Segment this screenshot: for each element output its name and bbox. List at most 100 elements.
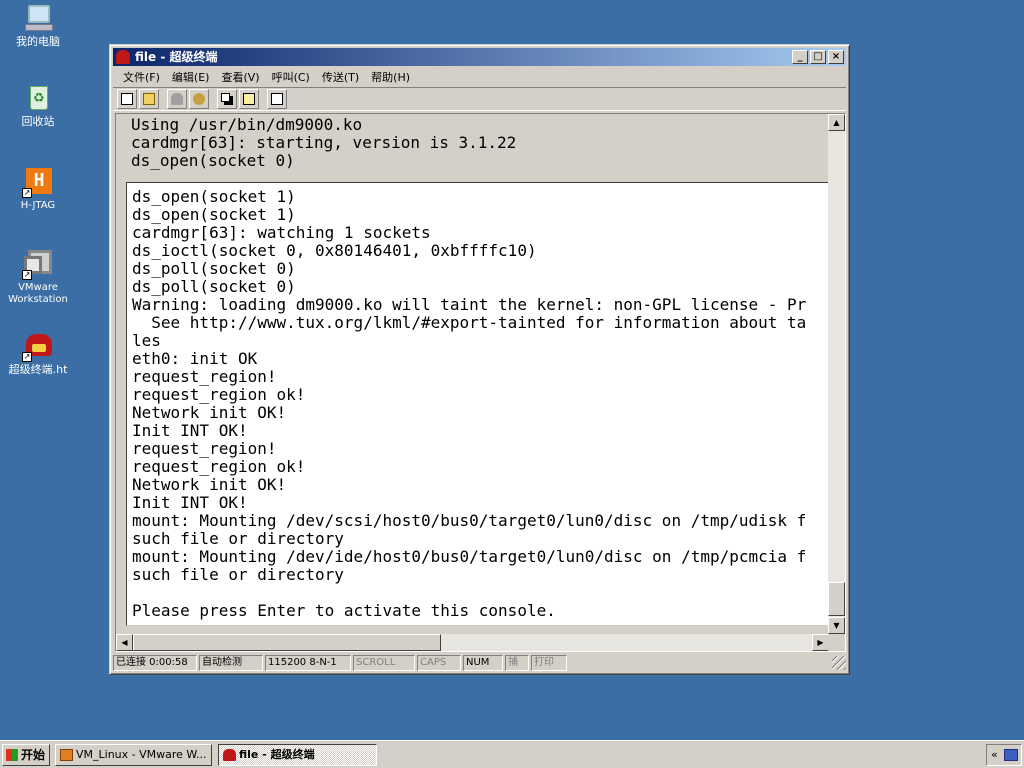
- terminal-scrollback: Using /usr/bin/dm9000.ko cardmgr[63]: st…: [116, 114, 829, 180]
- scroll-right-button[interactable]: ▶: [812, 634, 829, 651]
- recycle-bin-icon: ♻: [22, 82, 54, 114]
- call-icon: [171, 93, 183, 105]
- scroll-down-button[interactable]: ▼: [828, 617, 845, 634]
- new-button[interactable]: [117, 89, 137, 109]
- vertical-scroll-thumb[interactable]: [828, 582, 845, 616]
- close-button[interactable]: ×: [828, 50, 844, 64]
- status-connected: 已连接 0:00:58: [113, 655, 197, 671]
- task-label: file - 超级终端: [239, 748, 315, 761]
- terminal-line: request_region!: [132, 367, 277, 386]
- maximize-button[interactable]: □: [810, 50, 826, 64]
- terminal-line: request_region ok!: [132, 457, 306, 476]
- terminal-line: ds_poll(socket 0): [132, 259, 296, 278]
- terminal-line: Using /usr/bin/dm9000.ko: [131, 115, 363, 134]
- computer-icon: [22, 2, 54, 34]
- new-icon: [121, 93, 133, 105]
- terminal-line: ds_open(socket 0): [131, 151, 295, 170]
- terminal-line: Network init OK!: [132, 403, 287, 422]
- terminal-line: such file or directory: [132, 529, 344, 548]
- terminal-panel[interactable]: Using /usr/bin/dm9000.ko cardmgr[63]: st…: [115, 113, 846, 652]
- desktop-icon-recycle-bin[interactable]: ♻ 回收站: [0, 82, 76, 128]
- call-button[interactable]: [167, 89, 187, 109]
- vertical-scrollbar[interactable]: ▲ ▼: [828, 114, 845, 634]
- properties-button[interactable]: [267, 89, 287, 109]
- desktop-icon-hjtag[interactable]: H ↗ H-JTAG: [0, 166, 76, 212]
- status-detect: 自动检测: [199, 655, 263, 671]
- properties-icon: [271, 93, 283, 105]
- terminal-line: cardmgr[63]: starting, version is 3.1.22: [131, 133, 517, 152]
- status-params: 115200 8-N-1: [265, 655, 351, 671]
- horizontal-scrollbar[interactable]: ◀ ▶: [116, 634, 829, 651]
- hyperterminal-icon: ↗: [22, 330, 54, 362]
- taskbar: 开始 VM_Linux - VMware W... file - 超级终端 «: [0, 740, 1024, 768]
- network-icon[interactable]: [1004, 749, 1018, 761]
- terminal-line: eth0: init OK: [132, 349, 258, 368]
- desktop-icon-label: 我的电脑: [16, 35, 60, 48]
- open-button[interactable]: [139, 89, 159, 109]
- terminal-line: Network init OK!: [132, 475, 287, 494]
- menu-call[interactable]: 呼叫(C): [266, 69, 316, 85]
- status-scroll: SCROLL: [353, 655, 415, 671]
- hangup-button[interactable]: [189, 89, 209, 109]
- scroll-up-button[interactable]: ▲: [828, 114, 845, 131]
- scroll-left-button[interactable]: ◀: [116, 634, 133, 651]
- menu-edit[interactable]: 编辑(E): [166, 69, 216, 85]
- hjtag-icon: H ↗: [22, 166, 54, 198]
- window-title: file - 超级终端: [135, 50, 218, 64]
- status-num: NUM: [463, 655, 503, 671]
- terminal-line: mount: Mounting /dev/scsi/host0/bus0/tar…: [132, 511, 807, 530]
- open-icon: [143, 93, 155, 105]
- toolbar: [113, 87, 846, 111]
- tray-expand-button[interactable]: «: [991, 748, 998, 761]
- horizontal-scroll-thumb[interactable]: [133, 634, 441, 651]
- terminal-screen[interactable]: ds_open(socket 1) ds_open(socket 1) card…: [126, 182, 829, 626]
- receive-button[interactable]: [239, 89, 259, 109]
- desktop-icon-label: 超级终端.ht: [8, 363, 68, 376]
- terminal-line: Please press Enter to activate this cons…: [132, 601, 556, 620]
- desktop-icon-my-computer[interactable]: 我的电脑: [0, 2, 76, 48]
- hyperterminal-icon[interactable]: [116, 50, 130, 64]
- title-bar[interactable]: file - 超级终端 _ □ ×: [113, 48, 846, 66]
- terminal-line: mount: Mounting /dev/ide/host0/bus0/targ…: [132, 547, 807, 566]
- terminal-line: See http://www.tux.org/lkml/#export-tain…: [132, 313, 807, 332]
- desktop-icon-vmware[interactable]: ↗ VMware Workstation: [0, 248, 76, 306]
- menu-bar: 文件(F) 编辑(E) 查看(V) 呼叫(C) 传送(T) 帮助(H): [113, 67, 846, 86]
- terminal-line: request_region ok!: [132, 385, 306, 404]
- task-vmware[interactable]: VM_Linux - VMware W...: [55, 744, 212, 766]
- vmware-icon: ↗: [22, 248, 54, 280]
- scrollbar-corner: [828, 634, 845, 651]
- vmware-icon: [60, 749, 73, 761]
- terminal-line: Init INT OK!: [132, 421, 248, 440]
- system-tray[interactable]: «: [986, 744, 1022, 766]
- desktop-icon-label: H-JTAG: [20, 200, 56, 211]
- send-button[interactable]: [217, 89, 237, 109]
- hyperterminal-icon: [223, 749, 236, 761]
- terminal-line: ds_open(socket 1): [132, 187, 296, 206]
- menu-help[interactable]: 帮助(H): [365, 69, 416, 85]
- terminal-line: Init INT OK!: [132, 493, 248, 512]
- desktop-icon-hyperterminal[interactable]: ↗ 超级终端.ht: [0, 330, 76, 376]
- terminal-line: les: [132, 331, 161, 350]
- terminal-line: request_region!: [132, 439, 277, 458]
- status-capture: 捕: [505, 655, 529, 671]
- task-label: VM_Linux - VMware W...: [76, 748, 207, 761]
- status-bar: 已连接 0:00:58 自动检测 115200 8-N-1 SCROLL CAP…: [113, 654, 846, 672]
- task-hyperterminal[interactable]: file - 超级终端: [218, 744, 377, 766]
- menu-transfer[interactable]: 传送(T): [316, 69, 365, 85]
- terminal-line: ds_open(socket 1): [132, 205, 296, 224]
- terminal-line: Warning: loading dm9000.ko will taint th…: [132, 295, 807, 314]
- resize-grip[interactable]: [832, 656, 846, 670]
- receive-icon: [243, 93, 255, 105]
- windows-flag-icon: [6, 749, 18, 761]
- hangup-icon: [193, 93, 205, 105]
- send-icon: [221, 93, 230, 102]
- start-label: 开始: [21, 748, 46, 762]
- menu-file[interactable]: 文件(F): [117, 69, 166, 85]
- terminal-line: ds_poll(socket 0): [132, 277, 296, 296]
- status-print: 打印: [531, 655, 567, 671]
- status-caps: CAPS: [417, 655, 461, 671]
- start-button[interactable]: 开始: [2, 744, 50, 766]
- minimize-button[interactable]: _: [792, 50, 808, 64]
- menu-view[interactable]: 查看(V): [215, 69, 265, 85]
